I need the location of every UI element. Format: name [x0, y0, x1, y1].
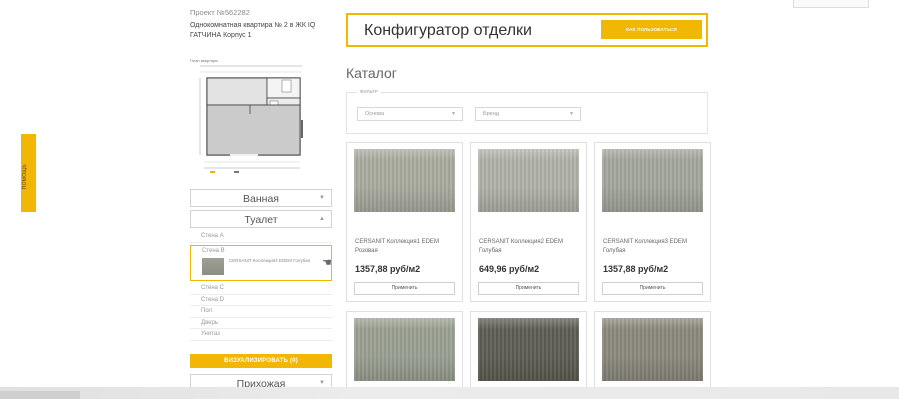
chevron-down-icon: ▼ — [569, 111, 574, 117]
product-name: CERSANIT Коллекция2 EDEM Голубая — [479, 239, 563, 254]
product-card[interactable]: CERSANIT Коллекция2 EDEM Голубая 649,96 … — [470, 142, 587, 302]
status-bar — [0, 391, 80, 399]
project-description: Однокомнатная квартира № 2 в ЖК IQ ГАТЧИ… — [190, 22, 316, 39]
product-image[interactable] — [602, 318, 703, 381]
project-number: Проект №562282 — [190, 8, 250, 17]
room-toilet[interactable]: Туалет ▲ — [190, 210, 332, 228]
product-price: 1357,88 руб/м2 — [603, 264, 669, 274]
configurator-header: Конфигуратор отделки КАК ПОЛЬЗОВАТЬСЯ — [346, 13, 708, 47]
surface-floor[interactable]: Пол — [190, 306, 332, 318]
surface-toilet-fixture[interactable]: Унитаз — [190, 329, 332, 341]
help-side-tab[interactable]: ПОМОЩЬ — [21, 134, 36, 212]
surface-wall-a[interactable]: Стена А — [190, 231, 332, 243]
product-card[interactable] — [346, 311, 463, 399]
room-toilet-label: Туалет — [244, 214, 278, 226]
catalog-title: Каталог — [346, 65, 397, 81]
chevron-down-icon: ▼ — [319, 380, 325, 386]
page-title: Конфигуратор отделки — [364, 22, 532, 39]
floor-plan-drawing — [199, 65, 303, 173]
apply-button[interactable]: Применить — [478, 282, 579, 295]
product-name: CERSANIT Коллекция1 EDEM Розовая — [355, 239, 439, 254]
visualize-button[interactable]: ВИЗУАЛИЗИРОВАТЬ (0) — [190, 354, 332, 368]
hand-cursor-icon: ☚ — [322, 257, 332, 269]
floor-plan[interactable]: План квартиры — [190, 58, 315, 178]
product-image[interactable] — [354, 149, 455, 212]
surface-wall-d[interactable]: Стена D — [190, 295, 332, 306]
surface-list: Стена А — [190, 231, 332, 243]
room-bath[interactable]: Ванная ▼ — [190, 189, 332, 207]
bottom-scroll-bar[interactable] — [0, 387, 899, 399]
product-price: 649,96 руб/м2 — [479, 264, 540, 274]
room-bath-label: Ванная — [243, 193, 279, 205]
project-info: Проект №562282 Однокомнатная квартира № … — [190, 8, 332, 41]
top-right-control[interactable] — [793, 0, 869, 8]
apply-button[interactable]: Применить — [354, 282, 455, 295]
chevron-down-icon: ▼ — [451, 111, 456, 117]
product-card[interactable] — [470, 311, 587, 399]
surface-wall-c[interactable]: Стена С — [190, 283, 332, 295]
floor-plan-label: План квартиры — [190, 58, 219, 63]
filter-panel: ФИЛЬТР Основа ▼ Бренд ▼ — [346, 89, 708, 134]
surface-list-rest: Стена С Стена D Пол Дверь Унитаз — [190, 283, 332, 341]
surface-wall-b[interactable]: Стена B CERSANIT Коллекция2 EDEM Голубая — [190, 245, 332, 281]
filter-legend: ФИЛЬТР — [357, 89, 381, 94]
product-image[interactable] — [478, 149, 579, 212]
product-card[interactable]: CERSANIT Коллекция1 EDEM Розовая 1357,88… — [346, 142, 463, 302]
product-name: CERSANIT Коллекция3 EDEM Голубая — [603, 239, 687, 254]
surface-wall-b-label: Стена B — [202, 248, 225, 254]
chevron-down-icon: ▼ — [319, 195, 325, 201]
help-side-tab-label: ПОМОЩЬ — [22, 164, 28, 190]
apply-button[interactable]: Применить — [602, 282, 703, 295]
filter-base-value: Основа — [365, 111, 385, 117]
surface-wall-b-swatch — [202, 258, 224, 275]
product-image[interactable] — [602, 149, 703, 212]
product-card[interactable] — [594, 311, 711, 399]
surface-door[interactable]: Дверь — [190, 318, 332, 329]
filter-brand-select[interactable]: Бренд ▼ — [475, 107, 581, 121]
how-to-use-button[interactable]: КАК ПОЛЬЗОВАТЬСЯ — [601, 20, 702, 39]
product-image[interactable] — [354, 318, 455, 381]
product-image[interactable] — [478, 318, 579, 381]
surface-wall-b-product: CERSANIT Коллекция2 EDEM Голубая — [229, 258, 311, 263]
chevron-up-icon: ▲ — [319, 216, 325, 222]
filter-brand-value: Бренд — [483, 111, 499, 117]
product-price: 1357,88 руб/м2 — [355, 264, 421, 274]
filter-base-select[interactable]: Основа ▼ — [357, 107, 463, 121]
product-card[interactable]: CERSANIT Коллекция3 EDEM Голубая 1357,88… — [594, 142, 711, 302]
